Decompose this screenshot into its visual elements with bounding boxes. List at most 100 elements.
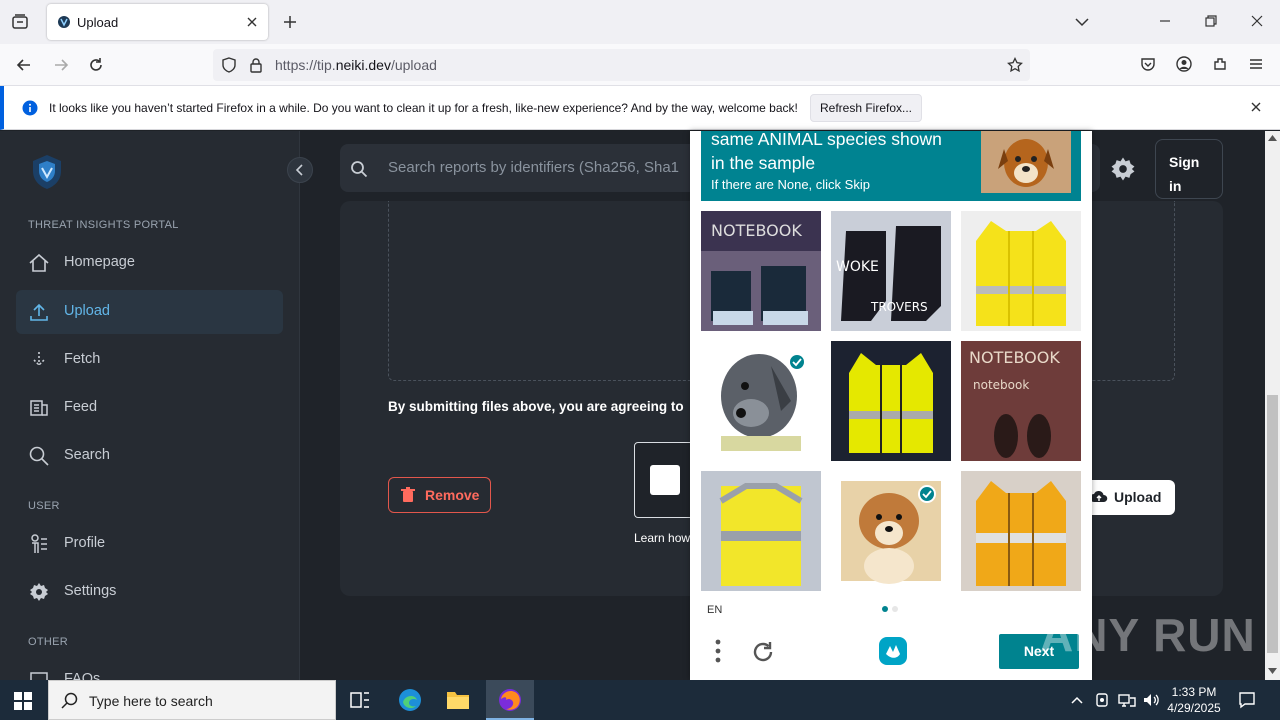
checkbox-square[interactable] xyxy=(650,465,680,495)
sidebar-item-homepage[interactable]: Homepage xyxy=(16,241,283,285)
sidebar-item-fetch[interactable]: Fetch xyxy=(16,338,283,382)
menu-icon[interactable] xyxy=(1248,56,1264,72)
notification-text: It looks like you haven’t started Firefo… xyxy=(49,101,798,115)
captcha-prompt: same ANIMAL species shown in the sample … xyxy=(701,131,1081,201)
sidebar-item-search[interactable]: Search xyxy=(16,434,283,478)
back-icon[interactable] xyxy=(15,56,33,74)
sidebar-item-settings[interactable]: Settings xyxy=(16,570,283,614)
notifications-icon[interactable] xyxy=(1238,691,1256,709)
close-notification-icon[interactable] xyxy=(1250,101,1262,113)
account-icon[interactable] xyxy=(1176,56,1192,72)
new-tab-icon[interactable] xyxy=(282,14,298,30)
upload-label: Upload xyxy=(1114,489,1162,505)
bookmark-star-icon[interactable] xyxy=(1007,57,1023,73)
faq-icon xyxy=(30,672,48,680)
svg-text:TROVERS: TROVERS xyxy=(870,300,928,314)
prompt-line: in the sample xyxy=(711,153,816,173)
language-selector[interactable]: EN xyxy=(707,604,722,616)
terms-agreement-text: By submitting files above, you are agree… xyxy=(388,399,684,414)
sample-dog-image xyxy=(981,131,1071,193)
sign-in-label: in xyxy=(1169,178,1182,194)
shield-icon[interactable] xyxy=(221,57,237,73)
refresh-challenge-icon[interactable] xyxy=(750,639,776,665)
sidebar-item-label: FAQs xyxy=(64,671,101,680)
scroll-down-icon[interactable] xyxy=(1268,668,1277,674)
search-placeholder: Search reports by identifiers (Sha256, S… xyxy=(388,159,679,176)
minimize-icon[interactable] xyxy=(1158,14,1172,28)
taskbar-search-placeholder: Type here to search xyxy=(89,693,213,709)
cloud-upload-icon xyxy=(1090,490,1108,502)
prompt-skip-hint: If there are None, click Skip xyxy=(711,177,870,192)
file-explorer-icon[interactable] xyxy=(434,680,482,720)
scrollbar-thumb[interactable] xyxy=(1267,395,1278,653)
tab-favicon-icon xyxy=(57,15,71,29)
upload-button[interactable]: Upload xyxy=(1080,480,1175,515)
chevron-left-icon xyxy=(295,164,303,176)
svg-text:NOTEBOOK: NOTEBOOK xyxy=(969,348,1060,367)
sign-in-button[interactable]: Sign in xyxy=(1155,139,1223,199)
device-icon[interactable] xyxy=(1094,692,1110,708)
captcha-tile-7[interactable] xyxy=(701,471,821,591)
list-all-tabs-icon[interactable] xyxy=(1074,14,1090,30)
svg-text:WOKE: WOKE xyxy=(836,259,879,275)
firefox-taskbar-icon[interactable] xyxy=(486,680,534,720)
scroll-up-icon[interactable] xyxy=(1268,135,1277,141)
page-scrollbar[interactable] xyxy=(1265,131,1280,680)
tab-list-icon[interactable] xyxy=(11,13,29,31)
close-window-icon[interactable] xyxy=(1250,14,1264,28)
sidebar-item-faqs[interactable]: FAQs xyxy=(16,658,283,680)
windows-start-icon[interactable] xyxy=(14,692,32,710)
browser-tab[interactable]: Upload xyxy=(47,4,268,40)
learn-how-link[interactable]: Learn how xyxy=(634,531,690,545)
url-bar[interactable]: https://tip.neiki.dev/upload xyxy=(213,49,1030,81)
captcha-tile-2[interactable]: WOKE TROVERS xyxy=(831,211,951,331)
sidebar-item-feed[interactable]: Feed xyxy=(16,386,283,430)
info-icon xyxy=(22,100,38,116)
collapse-sidebar-button[interactable] xyxy=(287,157,313,183)
refresh-firefox-button[interactable]: Refresh Firefox... xyxy=(810,94,922,122)
tab-bar: Upload xyxy=(0,0,1280,44)
search-icon xyxy=(61,692,78,709)
logo-icon[interactable] xyxy=(28,153,66,191)
restore-icon[interactable] xyxy=(1204,14,1218,28)
task-view-icon[interactable] xyxy=(336,680,384,720)
prompt-line: same ANIMAL species shown xyxy=(711,131,942,149)
profile-icon xyxy=(31,534,47,553)
svg-text:NOTEBOOK: NOTEBOOK xyxy=(711,221,802,240)
captcha-tile-1[interactable]: NOTEBOOK xyxy=(701,211,821,331)
extensions-icon[interactable] xyxy=(1212,56,1228,72)
home-icon xyxy=(29,253,49,272)
edge-browser-icon[interactable] xyxy=(386,680,434,720)
more-options-icon[interactable] xyxy=(714,638,722,664)
hcaptcha-logo-icon[interactable] xyxy=(876,634,910,668)
show-hidden-icons-icon[interactable] xyxy=(1070,693,1084,707)
lock-icon[interactable] xyxy=(249,57,263,73)
captcha-tile-3[interactable] xyxy=(961,211,1081,331)
firefox-notification-bar: It looks like you haven’t started Firefo… xyxy=(0,86,1280,130)
captcha-tile-9[interactable] xyxy=(961,471,1081,591)
system-clock[interactable]: 1:33 PM 4/29/2025 xyxy=(1164,684,1224,716)
close-tab-icon[interactable] xyxy=(245,15,259,29)
pocket-icon[interactable] xyxy=(1140,56,1156,72)
captcha-tile-6[interactable]: NOTEBOOK notebook xyxy=(961,341,1081,461)
reload-icon[interactable] xyxy=(87,56,105,74)
settings-gear-icon[interactable] xyxy=(1109,155,1137,183)
watermark-text: ANY RUN xyxy=(1040,609,1256,661)
network-icon[interactable] xyxy=(1118,692,1136,708)
selected-check-icon xyxy=(788,353,806,371)
url-text[interactable]: https://tip.neiki.dev/upload xyxy=(275,57,437,73)
sidebar-item-upload[interactable]: Upload xyxy=(16,290,283,334)
volume-icon[interactable] xyxy=(1142,692,1160,708)
search-icon xyxy=(29,446,49,466)
clock-date: 4/29/2025 xyxy=(1167,701,1221,715)
sidebar-item-profile[interactable]: Profile xyxy=(16,522,283,566)
sign-in-label: Sign xyxy=(1169,154,1200,170)
selected-check-icon xyxy=(918,485,936,503)
forward-icon[interactable] xyxy=(52,56,70,74)
taskbar-search-input[interactable]: Type here to search xyxy=(48,680,336,720)
navigation-bar: https://tip.neiki.dev/upload xyxy=(0,44,1280,86)
captcha-tile-5[interactable] xyxy=(831,341,951,461)
sidebar-item-label: Homepage xyxy=(64,254,135,270)
remove-button[interactable]: Remove xyxy=(388,477,491,513)
section-label-other: OTHER xyxy=(28,636,68,648)
